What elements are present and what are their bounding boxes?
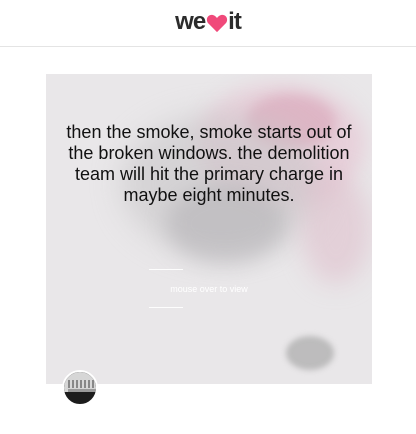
logo-text-we: we [175, 8, 206, 35]
post-image-card[interactable]: then the smoke, smoke starts out of the … [46, 74, 372, 384]
post-quote-text: then the smoke, smoke starts out of the … [66, 122, 352, 205]
avatar-image [68, 389, 96, 392]
hint-divider [149, 269, 183, 270]
top-bar: we it [0, 0, 416, 47]
background-blur [286, 336, 334, 370]
user-avatar[interactable] [62, 370, 98, 406]
avatar-image [68, 380, 94, 388]
heart-icon [206, 13, 228, 33]
logo-text-it: it [228, 8, 242, 35]
mouse-over-hint: mouse over to view [170, 284, 248, 294]
hint-divider [149, 307, 183, 308]
weheartit-logo[interactable]: we it [0, 8, 416, 36]
